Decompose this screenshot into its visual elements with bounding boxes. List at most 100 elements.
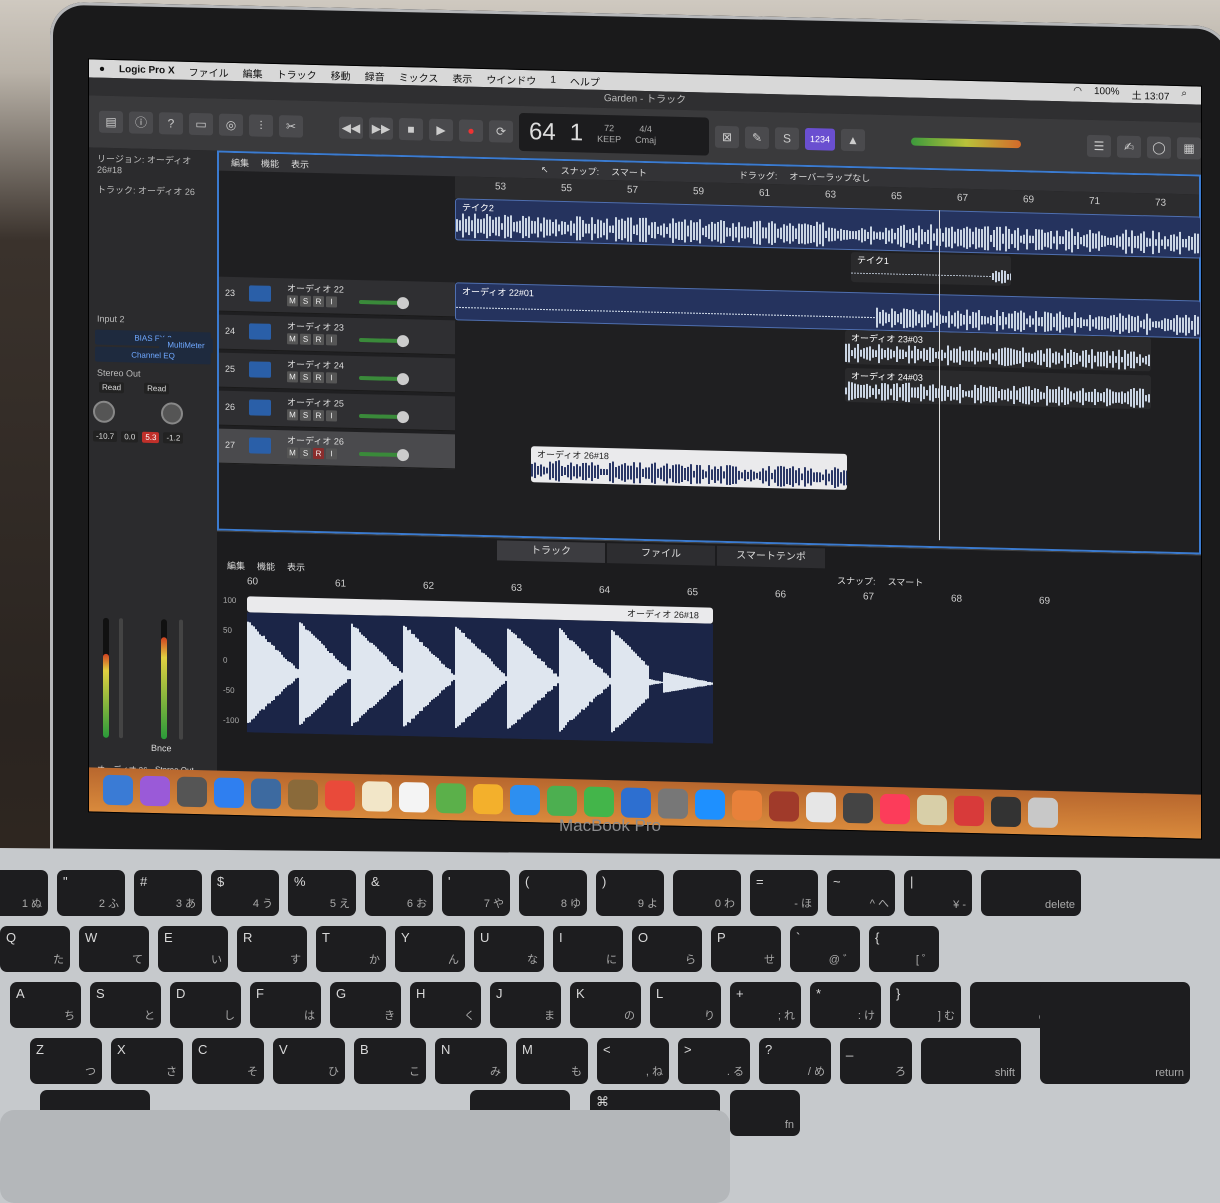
track-volume-slider[interactable]	[359, 448, 409, 462]
track-name[interactable]: オーディオ 25	[287, 395, 344, 409]
play-icon[interactable]: ▶	[429, 118, 453, 142]
keyboard-key[interactable]: Oら	[632, 926, 702, 972]
menu-mix[interactable]: ミックス	[399, 68, 439, 84]
input-monitor-button[interactable]: I	[326, 372, 337, 384]
browser-icon[interactable]: ▦	[1177, 137, 1201, 160]
dock-app-icon[interactable]	[140, 775, 170, 807]
keyboard-key[interactable]: Kの	[570, 982, 641, 1028]
audio-region[interactable]: オーディオ 24#03	[845, 367, 1151, 410]
apple-icon[interactable]: ●	[99, 63, 105, 74]
track-header[interactable]: 24 オーディオ 23 M S R I	[219, 314, 455, 356]
count-in-button[interactable]: 1234	[805, 127, 835, 151]
rewind-icon[interactable]: ◀◀	[339, 116, 363, 140]
keyboard-key[interactable]: Fは	[250, 982, 321, 1028]
keyboard-key[interactable]: fn	[730, 1090, 800, 1136]
pencil-icon[interactable]: ✎	[745, 126, 769, 150]
dock-app-icon[interactable]	[658, 788, 688, 820]
clock[interactable]: 土 13:07	[1132, 86, 1170, 102]
input-monitor-button[interactable]: I	[326, 448, 337, 460]
pan-knob-2[interactable]	[161, 402, 183, 425]
keyboard-key[interactable]: Lり	[650, 982, 721, 1028]
dock-app-icon[interactable]	[177, 776, 207, 808]
keyboard-key[interactable]: Wて	[79, 926, 149, 972]
keyboard-key[interactable]: > . る	[678, 1038, 750, 1084]
tab-smart-tempo[interactable]: スマートテンポ	[717, 545, 825, 569]
mute-button[interactable]: M	[287, 371, 298, 383]
drag-select[interactable]: オーバーラップなし	[789, 169, 870, 184]
pointer-tool-icon[interactable]: ↖	[541, 164, 549, 175]
solo-button[interactable]: S	[300, 447, 311, 459]
trackpad[interactable]	[0, 1110, 730, 1203]
menu-window[interactable]: ウインドウ	[486, 71, 536, 87]
track-name[interactable]: オーディオ 26	[287, 433, 344, 447]
solo-button[interactable]: S	[300, 295, 311, 307]
input-monitor-button[interactable]: I	[326, 334, 337, 346]
track-volume-slider[interactable]	[359, 372, 409, 386]
menu-edit[interactable]: 編集	[243, 65, 263, 80]
cycle-icon[interactable]: ⟳	[489, 120, 513, 143]
keyboard-key[interactable]: Eい	[158, 926, 228, 972]
keyboard-key[interactable]: | ¥ -	[904, 870, 972, 916]
record-enable-button[interactable]: R	[313, 295, 324, 308]
dock-app-icon[interactable]	[103, 774, 133, 806]
solo-button[interactable]: S	[300, 409, 311, 421]
record-enable-button[interactable]: R	[313, 371, 324, 384]
keyboard-key[interactable]: Bこ	[354, 1038, 426, 1084]
solo-icon[interactable]: S	[775, 127, 799, 150]
mute-button[interactable]: M	[287, 409, 298, 421]
keyboard-key[interactable]: Yん	[395, 926, 465, 972]
mute-button[interactable]: M	[287, 333, 298, 345]
keyboard-key[interactable]: Hく	[410, 982, 481, 1028]
automation-mode-1[interactable]: Read	[99, 381, 125, 394]
tab-track[interactable]: トラック	[497, 540, 605, 564]
track-volume-slider[interactable]	[359, 410, 409, 424]
keyboard-key[interactable]: shift	[921, 1038, 1021, 1084]
editor-functions-menu[interactable]: 機能	[257, 559, 275, 572]
fast-forward-icon[interactable]: ▶▶	[369, 117, 393, 140]
track-name[interactable]: オーディオ 22	[287, 281, 344, 295]
keyboard-key[interactable]: ` @ ゛	[790, 926, 860, 972]
keyboard-key[interactable]: (8 ゆ	[519, 870, 587, 916]
keyboard-key[interactable]: ) 9 よ	[596, 870, 664, 916]
keyboard-key[interactable]: Gき	[330, 982, 401, 1028]
track-volume-slider[interactable]	[359, 334, 409, 348]
stop-icon[interactable]: ■	[399, 117, 423, 141]
dock-app-icon[interactable]	[399, 781, 429, 813]
keyboard-key[interactable]: #3 あ	[134, 870, 202, 916]
tracks-edit-menu[interactable]: 編集	[231, 155, 249, 168]
pan-knob-1[interactable]	[93, 400, 115, 424]
keyboard-key[interactable]: Aち	[10, 982, 81, 1028]
editor-edit-menu[interactable]: 編集	[227, 558, 245, 571]
keyboard-key[interactable]: *: け	[810, 982, 881, 1028]
snap-select[interactable]: スマート	[611, 165, 647, 179]
dock-app-icon[interactable]	[214, 777, 244, 809]
mute-button[interactable]: M	[287, 447, 298, 459]
track-name[interactable]: オーディオ 23	[287, 319, 344, 333]
playhead[interactable]	[939, 210, 940, 541]
keyboard-key[interactable]: Qた	[0, 926, 70, 972]
keyboard-key[interactable]: }] む	[890, 982, 961, 1028]
dock-app-icon[interactable]	[621, 787, 651, 819]
solo-button[interactable]: S	[300, 333, 311, 345]
mute-button[interactable]: M	[287, 295, 298, 307]
keyboard-key[interactable]: delete	[981, 870, 1081, 916]
notepad-icon[interactable]: ✍	[1117, 135, 1141, 159]
input-monitor-button[interactable]: I	[326, 410, 337, 422]
record-enable-button[interactable]: R	[313, 333, 324, 346]
dock-app-icon[interactable]	[547, 785, 577, 817]
keyboard-key[interactable]: + ; れ	[730, 982, 801, 1028]
dock-app-icon[interactable]	[584, 786, 614, 818]
wifi-icon[interactable]: ◠	[1073, 85, 1082, 100]
keyboard-key[interactable]: Uな	[474, 926, 544, 972]
lcd-display[interactable]: 64 1 72 KEEP 4/4 Cmaj	[519, 112, 709, 156]
smart-controls-button[interactable]: ◎	[219, 113, 243, 137]
keyboard-key[interactable]: Sと	[90, 982, 161, 1028]
keyboard-key[interactable]: ~ ^ へ	[827, 870, 895, 916]
input-monitor-button[interactable]: I	[326, 296, 337, 308]
plugin-slot-3[interactable]: MultiMeter	[159, 337, 213, 354]
tracks-functions-menu[interactable]: 機能	[261, 156, 279, 169]
list-editors-icon[interactable]: ☰	[1087, 134, 1111, 158]
track-header[interactable]: 25 オーディオ 24 M S R I	[219, 352, 455, 394]
solo-button[interactable]: S	[300, 371, 311, 383]
audio-region[interactable]: オーディオ 23#03	[845, 329, 1151, 372]
